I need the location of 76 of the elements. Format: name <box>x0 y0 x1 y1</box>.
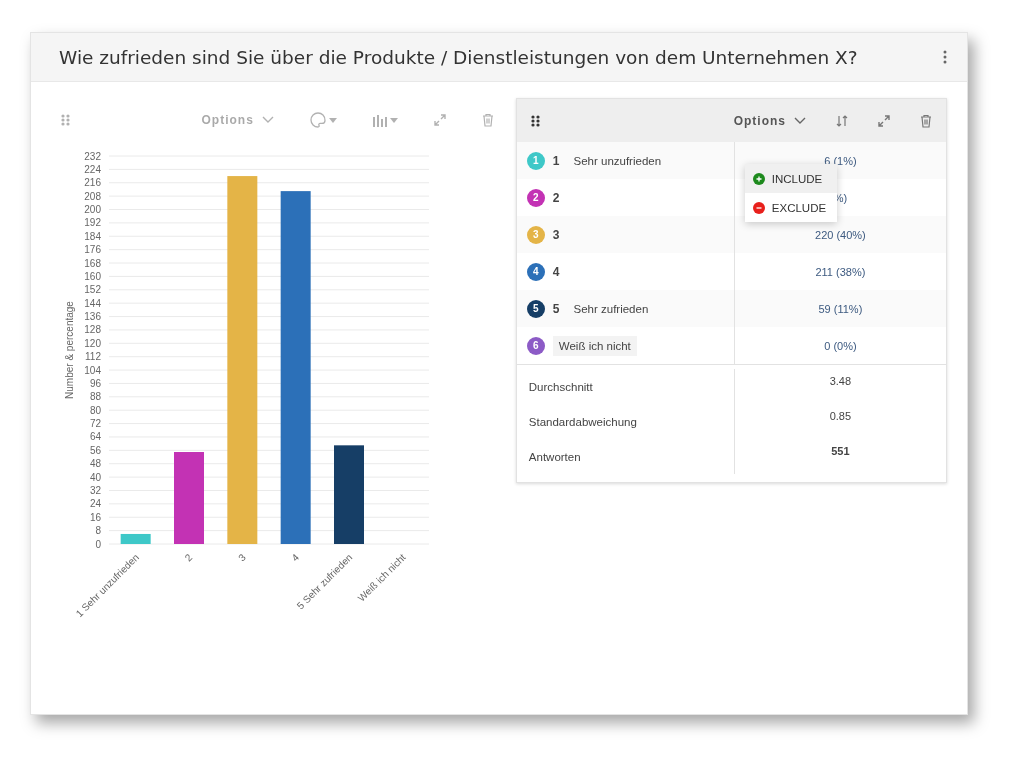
answer-count: 59 (11%) <box>818 302 863 315</box>
y-tick-label: 136 <box>84 311 101 323</box>
more-vertical-icon[interactable] <box>943 50 947 64</box>
answer-label: 3 <box>552 227 560 242</box>
trash-icon[interactable] <box>920 113 932 128</box>
answer-label: 5 <box>552 301 560 316</box>
number-badge: 5 <box>526 299 545 318</box>
y-tick-label: 184 <box>84 230 101 242</box>
y-tick-label: 128 <box>84 324 101 336</box>
chevron-down-icon <box>261 116 274 124</box>
y-tick-label: 72 <box>89 418 101 430</box>
stat-label: Antworten <box>528 450 581 463</box>
bar[interactable] <box>280 191 311 544</box>
answer-text: Weiß ich nicht <box>552 335 637 356</box>
y-tick-label: 232 <box>84 150 101 162</box>
answer-label: 2 <box>552 190 560 205</box>
menu-item[interactable]: INCLUDE <box>744 164 837 193</box>
bar[interactable] <box>120 533 151 544</box>
plus-circle-icon <box>752 172 765 185</box>
answer-count: 0 (0%) <box>824 339 857 352</box>
number-badge: 2 <box>526 188 545 207</box>
y-axis-title: Number & percentage <box>64 301 75 399</box>
answer-count: 220 (40%) <box>815 228 866 241</box>
caret-icon <box>389 117 398 123</box>
stat-label: Durchschnitt <box>528 380 593 393</box>
caret-icon <box>328 117 337 123</box>
options-button[interactable]: Options <box>733 113 806 128</box>
y-tick-label: 208 <box>84 190 101 202</box>
y-tick-label: 24 <box>89 498 101 510</box>
x-tick-label: 4 <box>289 551 302 564</box>
stat-value: 551 <box>831 445 850 457</box>
menu-item[interactable]: EXCLUDE <box>744 193 837 222</box>
y-tick-label: 176 <box>84 244 101 256</box>
number-badge: 4 <box>526 262 545 281</box>
y-tick-label: 40 <box>89 471 101 483</box>
y-tick-label: 104 <box>84 364 101 376</box>
y-tick-label: 200 <box>84 204 101 215</box>
y-tick-label: 8 <box>95 525 101 537</box>
stat-label: Standardabweichung <box>528 415 637 428</box>
minus-circle-icon <box>752 201 765 214</box>
expand-icon[interactable] <box>878 114 890 127</box>
sort-icon[interactable] <box>836 114 848 127</box>
y-tick-label: 0 <box>95 538 101 550</box>
stat-value: 3.48 <box>829 375 852 387</box>
x-tick-label: 2 <box>182 551 195 564</box>
y-tick-label: 168 <box>84 257 101 269</box>
y-tick-label: 88 <box>89 391 101 403</box>
chevron-down-icon <box>794 116 806 125</box>
y-tick-label: 192 <box>84 217 101 229</box>
question-title: Wie zufrieden sind Sie über die Produkte / Dienstleistungen von dem Unternehmen X? <box>59 46 858 68</box>
y-tick-label: 160 <box>84 270 101 282</box>
y-tick-label: 144 <box>84 297 101 309</box>
y-tick-label: 32 <box>89 485 101 496</box>
y-tick-label: 48 <box>89 458 101 470</box>
y-tick-label: 112 <box>85 351 101 363</box>
number-badge: 3 <box>526 225 545 244</box>
number-badge: 1 <box>526 151 545 170</box>
x-tick-label: 3 <box>236 551 248 564</box>
y-tick-label: 120 <box>84 337 101 349</box>
answer-label: 4 <box>552 264 560 279</box>
number-badge: 6 <box>526 336 545 355</box>
y-tick-label: 56 <box>89 444 101 456</box>
answer-text: Sehr unzufrieden <box>572 153 663 169</box>
answer-label: 1 <box>552 153 560 168</box>
bar[interactable] <box>227 176 258 544</box>
y-tick-label: 16 <box>89 511 101 523</box>
stat-value: 0.85 <box>829 410 852 422</box>
y-tick-label: 80 <box>89 404 101 416</box>
y-tick-label: 216 <box>84 177 101 189</box>
answer-count: 211 (38%) <box>815 265 866 278</box>
y-tick-label: 152 <box>84 284 101 296</box>
answer-text: Sehr zufrieden <box>572 301 650 317</box>
y-tick-label: 64 <box>89 431 101 443</box>
drag-handle-icon[interactable] <box>530 114 541 127</box>
y-tick-label: 224 <box>84 163 101 175</box>
y-tick-label: 96 <box>89 377 101 389</box>
